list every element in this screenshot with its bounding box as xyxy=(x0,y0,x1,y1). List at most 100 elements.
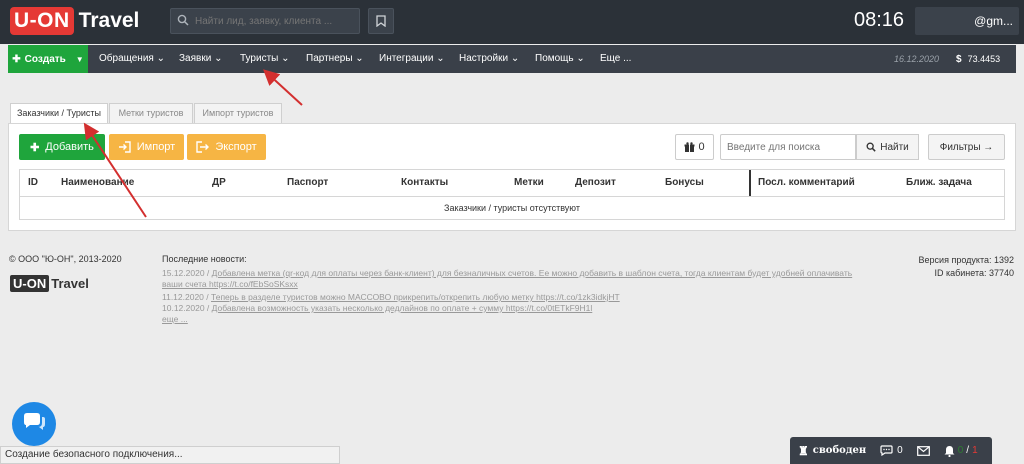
product-version: Версия продукта: 1392 xyxy=(918,255,1014,265)
chevron-down-icon: ⌄ xyxy=(281,53,290,64)
chat-bubbles-icon xyxy=(24,413,45,430)
nav-label: Заявки xyxy=(179,53,212,64)
column-header-passport[interactable]: Паспорт xyxy=(287,170,328,196)
find-label: Найти xyxy=(880,141,909,153)
tab-customers-tourists[interactable]: Заказчики / Туристы xyxy=(10,103,108,124)
create-button[interactable]: ✚ Создать ▼ xyxy=(8,45,88,73)
notifications-separator: / xyxy=(966,445,970,456)
top-header: U-ON Travel 08:16 @gm... xyxy=(0,0,1024,44)
news-item: 11.12.2020 / Теперь в разделе туристов м… xyxy=(162,292,620,303)
news-date: 10.12.2020 / xyxy=(162,303,210,313)
find-button[interactable]: Найти xyxy=(856,134,919,160)
chevron-down-icon: ⌄ xyxy=(436,53,445,64)
nav-item-settings[interactable]: Настройки ⌄ xyxy=(459,45,519,73)
add-label: Добавить xyxy=(45,141,94,153)
chevron-down-icon: ⌄ xyxy=(576,53,585,64)
version-info: Версия продукта: 1392 ID кабинета: 37740 xyxy=(919,254,1014,280)
news-item: 10.12.2020 / Добавлена возможность указа… xyxy=(162,303,592,314)
currency-rate: $73.4453 xyxy=(956,45,1000,74)
cabinet-id: ID кабинета: 37740 xyxy=(934,268,1014,278)
nav-label: Партнеры xyxy=(306,53,353,64)
import-label: Импорт xyxy=(136,141,176,153)
customers-table: ID Наименование ДР Паспорт Контакты Метк… xyxy=(19,169,1005,220)
nav-item-help[interactable]: Помощь ⌄ xyxy=(535,45,585,73)
search-input[interactable] xyxy=(720,134,856,160)
chevron-down-icon: ⌄ xyxy=(156,53,166,64)
nav-label: Обращения xyxy=(99,53,154,64)
messages-button[interactable]: 0 xyxy=(880,445,903,456)
chevron-down-icon: ⌄ xyxy=(510,53,520,64)
envelope-icon xyxy=(916,445,930,456)
news-link[interactable]: Добавлена метка (qr-код для оплаты через… xyxy=(162,268,852,289)
export-icon xyxy=(196,141,210,153)
news-link[interactable]: Теперь в разделе туристов можно МАССОВО … xyxy=(211,292,620,302)
import-button[interactable]: Импорт xyxy=(109,134,184,160)
search-icon xyxy=(866,142,876,152)
notifications-green-count: 0 xyxy=(957,445,964,456)
clock: 08:16 xyxy=(854,9,905,31)
column-header-name[interactable]: Наименование xyxy=(61,170,134,196)
news-more: еще ... xyxy=(162,314,188,325)
search-icon xyxy=(171,14,195,29)
news-link[interactable]: Добавлена возможность указать несколько … xyxy=(212,303,593,313)
column-header-birthdate[interactable]: ДР xyxy=(212,170,226,196)
news-item: 15.12.2020 / Добавлена метка (qr-код для… xyxy=(162,268,862,290)
browser-status-bar: Создание безопасного подключения... xyxy=(0,446,340,464)
filters-button[interactable]: Фильтры → xyxy=(928,134,1005,160)
rate-value: 73.4453 xyxy=(967,54,1001,64)
nav-item-more[interactable]: Еще ... xyxy=(600,45,631,73)
news-title: Последние новости: xyxy=(162,254,247,264)
export-label: Экспорт xyxy=(215,141,257,153)
speech-bubble-icon xyxy=(880,445,893,456)
news-more-link[interactable]: еще ... xyxy=(162,314,188,324)
user-menu[interactable]: @gm... xyxy=(915,7,1019,35)
global-search-input[interactable] xyxy=(195,15,355,27)
main-nav: ✚ Создать ▼ Обращения ⌄ Заявки ⌄ Туристы… xyxy=(8,45,1016,73)
add-button[interactable]: ✚ Добавить xyxy=(19,134,105,160)
bell-icon xyxy=(944,445,955,457)
tab-tourist-import[interactable]: Импорт туристов xyxy=(194,103,282,123)
notifications-red-count: 1 xyxy=(972,445,978,456)
copyright: © ООО "Ю-ОН", 2013-2020 xyxy=(9,254,122,264)
tab-tourist-tags[interactable]: Метки туристов xyxy=(109,103,193,123)
column-header-next-task[interactable]: Ближ. задача xyxy=(906,170,972,196)
column-header-last-comment[interactable]: Посл. комментарий xyxy=(758,170,855,196)
column-header-contacts[interactable]: Контакты xyxy=(401,170,448,196)
chess-piece-icon: ♜ xyxy=(798,443,809,458)
dollar-icon: $ xyxy=(956,54,962,65)
chevron-down-icon: ⌄ xyxy=(355,53,364,64)
nav-label: Интеграции xyxy=(379,53,434,64)
nav-date: 16.12.2020 xyxy=(894,54,940,64)
nav-item-requests[interactable]: Обращения ⌄ xyxy=(99,45,165,73)
bookmark-icon xyxy=(376,15,386,27)
logo-text: Travel xyxy=(78,9,140,32)
column-header-deposit[interactable]: Депозит xyxy=(575,170,616,196)
empty-table-message: Заказчики / туристы отсутствуют xyxy=(444,203,580,213)
caret-down-icon: ▼ xyxy=(75,54,84,64)
footer-logo: U-ON Travel xyxy=(10,275,89,292)
nav-label: Туристы xyxy=(240,53,279,64)
bookmark-button[interactable] xyxy=(368,8,394,34)
footer-logo-text: Travel xyxy=(51,276,89,291)
nav-item-integrations[interactable]: Интеграции ⌄ xyxy=(379,45,445,73)
nav-item-partners[interactable]: Партнеры ⌄ xyxy=(306,45,364,73)
gift-button[interactable]: 0 xyxy=(675,134,714,160)
availability-toggle[interactable]: ♜ свободен xyxy=(798,444,866,458)
nav-item-orders[interactable]: Заявки ⌄ xyxy=(179,45,222,73)
gift-count: 0 xyxy=(698,141,705,153)
global-search[interactable] xyxy=(170,8,360,34)
plus-icon: ✚ xyxy=(12,53,21,65)
app-logo[interactable]: U-ON Travel xyxy=(10,7,139,35)
filters-label: Фильтры → xyxy=(939,141,994,153)
chevron-down-icon: ⌄ xyxy=(214,53,223,64)
column-header-tags[interactable]: Метки xyxy=(514,170,544,196)
nav-label: Настройки xyxy=(459,53,509,64)
column-header-bonuses[interactable]: Бонусы xyxy=(665,170,704,196)
column-header-id[interactable]: ID xyxy=(28,170,38,196)
availability-label: свободен xyxy=(812,445,867,456)
nav-item-tourists[interactable]: Туристы ⌄ xyxy=(240,45,290,73)
chat-widget-button[interactable] xyxy=(12,402,56,446)
notifications-button[interactable]: 0 / 1 xyxy=(944,445,978,457)
export-button[interactable]: Экспорт xyxy=(187,134,266,160)
mail-button[interactable] xyxy=(916,445,930,456)
